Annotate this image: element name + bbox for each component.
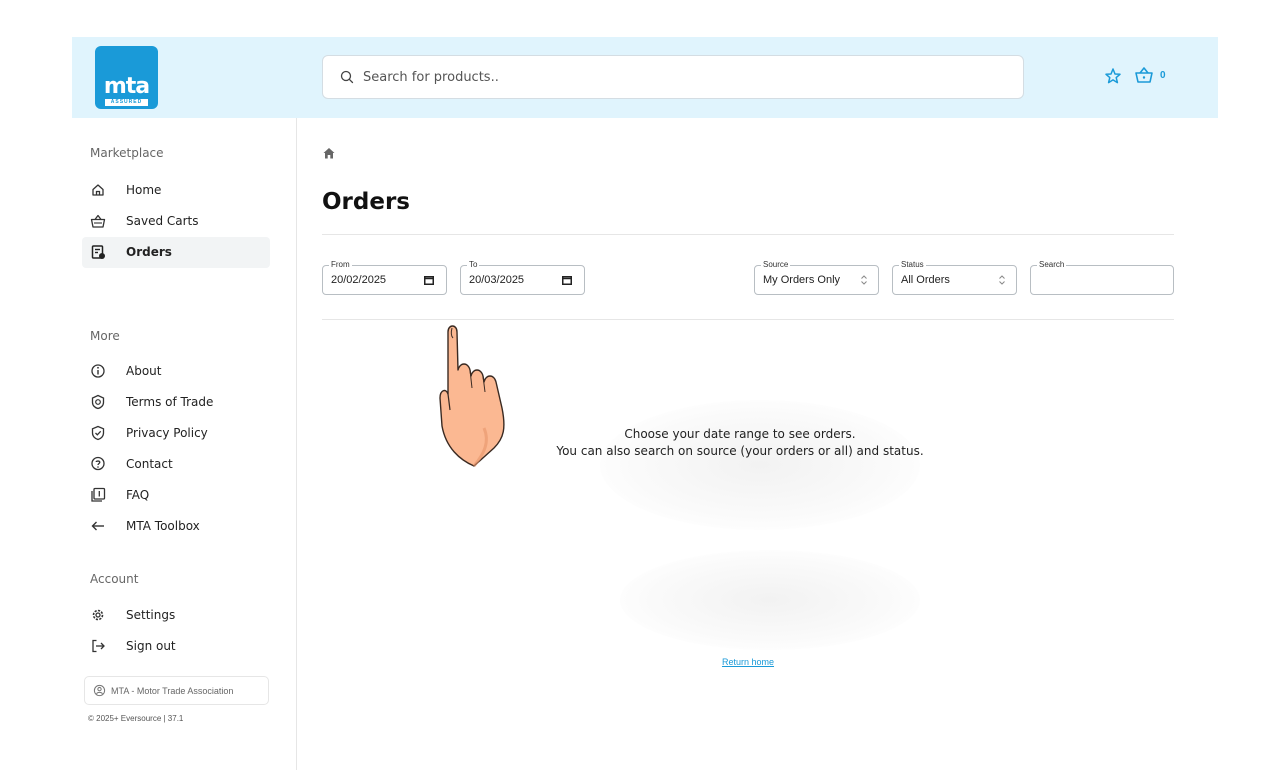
sidebar-item-home[interactable]: Home (82, 175, 270, 206)
orders-icon (91, 245, 105, 259)
sidebar-item-label: FAQ (126, 488, 150, 502)
product-search-input[interactable]: Search for products.. (322, 55, 1024, 99)
arrow-left-icon (91, 521, 104, 531)
empty-state-line-2: You can also search on source (your orde… (556, 444, 924, 458)
sidebar-item-label: MTA Toolbox (126, 519, 200, 533)
sidebar-item-settings[interactable]: Settings (82, 600, 270, 631)
return-home-link[interactable]: Return home (700, 657, 796, 667)
source-value: My Orders Only (763, 274, 841, 286)
to-date-field[interactable]: To 20/03/2025 (460, 260, 585, 295)
sidebar-item-mta-toolbox[interactable]: MTA Toolbox (82, 511, 270, 542)
logo-text: mta (103, 74, 150, 99)
sidebar-item-label: Sign out (126, 639, 176, 653)
status-label: Status (899, 260, 926, 269)
sidebar-item-label: Saved Carts (126, 214, 199, 228)
sidebar-item-label: About (126, 364, 162, 378)
calendar-icon[interactable] (562, 276, 572, 285)
logo-subtext: ASSURED (105, 99, 148, 106)
sidebar-item-saved-carts[interactable]: Saved Carts (82, 206, 270, 237)
copyright-text: © 2025+ Eversource | 37.1 (88, 714, 184, 723)
empty-state-line-1: Choose your date range to see orders. (624, 427, 856, 441)
sidebar: Marketplace Home Saved Carts Orders More (72, 118, 297, 770)
empty-illustration (600, 400, 920, 530)
pointing-hand-icon (439, 325, 505, 467)
sidebar-item-sign-out[interactable]: Sign out (82, 631, 270, 662)
from-date-value: 20/02/2025 (331, 274, 387, 286)
to-date-value: 20/03/2025 (469, 274, 525, 286)
title-divider (322, 234, 1174, 235)
empty-illustration-shadow (620, 550, 920, 650)
sidebar-item-label: Privacy Policy (126, 426, 208, 440)
source-label: Source (761, 260, 791, 269)
sidebar-item-label: Terms of Trade (126, 395, 214, 409)
source-select[interactable]: Source My Orders Only (754, 260, 879, 295)
sidebar-item-contact[interactable]: Contact (82, 449, 270, 480)
chevron-up-down-icon (861, 275, 867, 285)
sidebar-item-terms[interactable]: Terms of Trade (82, 387, 270, 418)
sidebar-item-faq[interactable]: FAQ (82, 480, 270, 511)
shield-icon (91, 425, 105, 441)
section-title-marketplace: Marketplace (90, 146, 164, 160)
home-icon (92, 184, 104, 196)
badge-icon (91, 394, 105, 410)
from-label: From (329, 260, 352, 269)
sidebar-item-label: Orders (126, 245, 172, 259)
page-title: Orders (322, 189, 410, 215)
sidebar-item-about[interactable]: About (82, 356, 270, 387)
section-title-account: Account (90, 572, 139, 586)
sidebar-item-label: Contact (126, 457, 173, 471)
cart-count-badge[interactable]: 0 (1160, 70, 1166, 81)
sign-out-icon (92, 639, 105, 653)
sidebar-item-privacy[interactable]: Privacy Policy (82, 418, 270, 449)
sidebar-item-label: Home (126, 183, 162, 197)
basket-icon (90, 214, 106, 228)
search-icon (340, 70, 354, 84)
sidebar-item-label: Settings (126, 608, 176, 622)
organisation-name: MTA - Motor Trade Association (111, 686, 234, 696)
sidebar-item-orders[interactable]: Orders (82, 237, 270, 268)
gear-icon (92, 609, 104, 621)
status-value: All Orders (901, 274, 950, 286)
search-label: Search (1037, 260, 1067, 269)
user-circle-icon (93, 684, 106, 697)
section-title-more: More (90, 329, 120, 343)
faq-icon (91, 487, 106, 502)
search-placeholder: Search for products.. (363, 70, 499, 85)
mta-logo[interactable]: mta ASSURED (95, 46, 158, 109)
empty-state-message: Choose your date range to see orders. Yo… (500, 426, 980, 460)
basket-icon[interactable] (1134, 65, 1154, 85)
question-icon (91, 456, 105, 471)
calendar-icon[interactable] (424, 276, 434, 285)
info-icon (91, 364, 105, 378)
status-select[interactable]: Status All Orders (892, 260, 1017, 295)
chevron-up-down-icon (999, 275, 1005, 285)
to-label: To (467, 260, 480, 269)
breadcrumb-home-icon[interactable] (322, 146, 336, 160)
favourites-star-icon[interactable] (1104, 67, 1122, 85)
organisation-selector[interactable]: MTA - Motor Trade Association (84, 676, 269, 705)
top-header: mta ASSURED Search for products.. 0 (72, 37, 1218, 118)
search-field[interactable]: Search (1030, 260, 1174, 295)
from-date-field[interactable]: From 20/02/2025 (322, 260, 447, 295)
